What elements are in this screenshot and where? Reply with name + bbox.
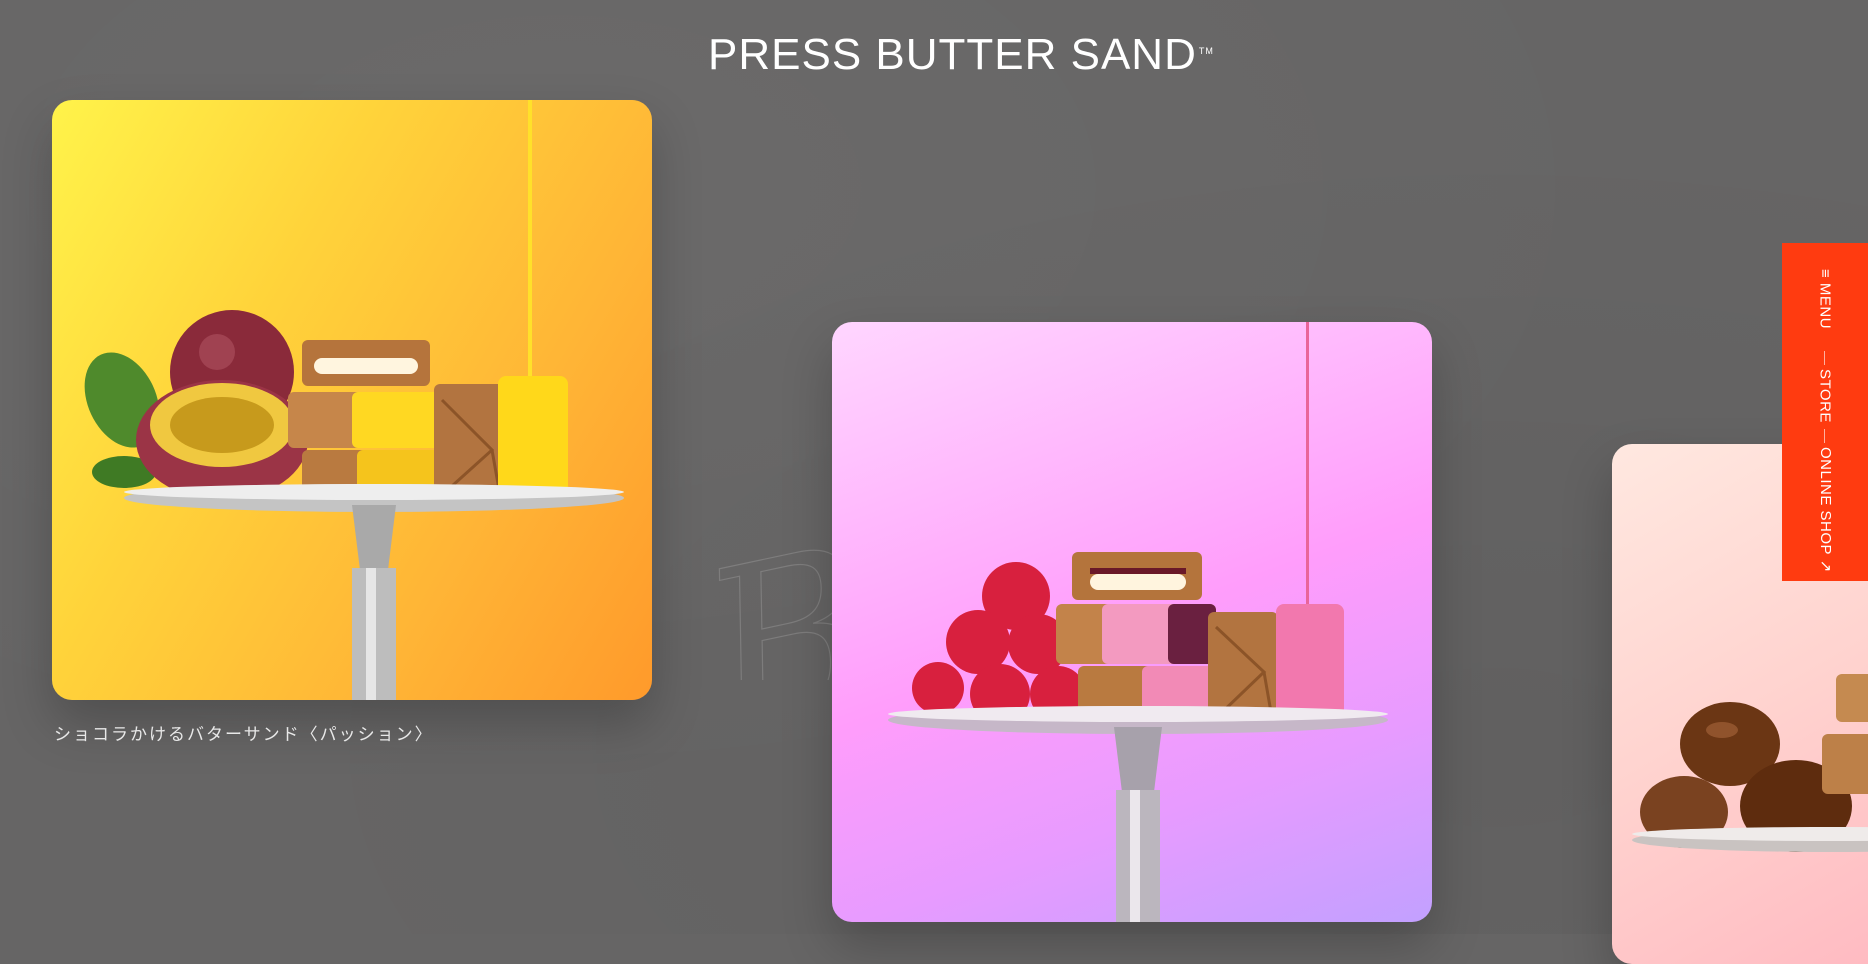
- product-caption[interactable]: ショコラかけるバターサンド〈パッション〉: [54, 720, 614, 745]
- arrow-up-right-icon: ↗: [1817, 555, 1834, 573]
- menu-divider: [1824, 429, 1825, 443]
- store-label: STORE: [1816, 369, 1834, 423]
- butter-sand-dipped: [498, 376, 568, 498]
- butter-sand-dipped: [1276, 604, 1344, 724]
- menu-label: MENU: [1816, 282, 1834, 330]
- butter-sand-top: [1836, 674, 1868, 722]
- store-link[interactable]: STORE: [1782, 369, 1868, 423]
- product-image-passion: [84, 100, 624, 700]
- product-image-raspberry: [888, 322, 1388, 922]
- hamburger-icon: ≡: [1816, 269, 1834, 283]
- online-shop-link[interactable]: ONLINE SHOP ↗: [1782, 447, 1868, 573]
- menu-divider: [1824, 351, 1825, 365]
- product-card-raspberry[interactable]: [832, 322, 1432, 922]
- online-shop-label: ONLINE SHOP: [1817, 447, 1834, 556]
- logo-text: PRESS BUTTER SAND: [708, 30, 1197, 79]
- product-card-passion[interactable]: [52, 100, 652, 700]
- chocolate-drip: [1306, 322, 1309, 612]
- chocolate-drip: [528, 100, 532, 390]
- menu-button[interactable]: ≡ MENU: [1782, 269, 1868, 329]
- trademark: TM: [1198, 46, 1214, 56]
- side-menu: ≡ MENU STORE ONLINE SHOP ↗: [1782, 243, 1868, 581]
- brand-logo[interactable]: PRESS BUTTER SAND TM: [708, 30, 1213, 80]
